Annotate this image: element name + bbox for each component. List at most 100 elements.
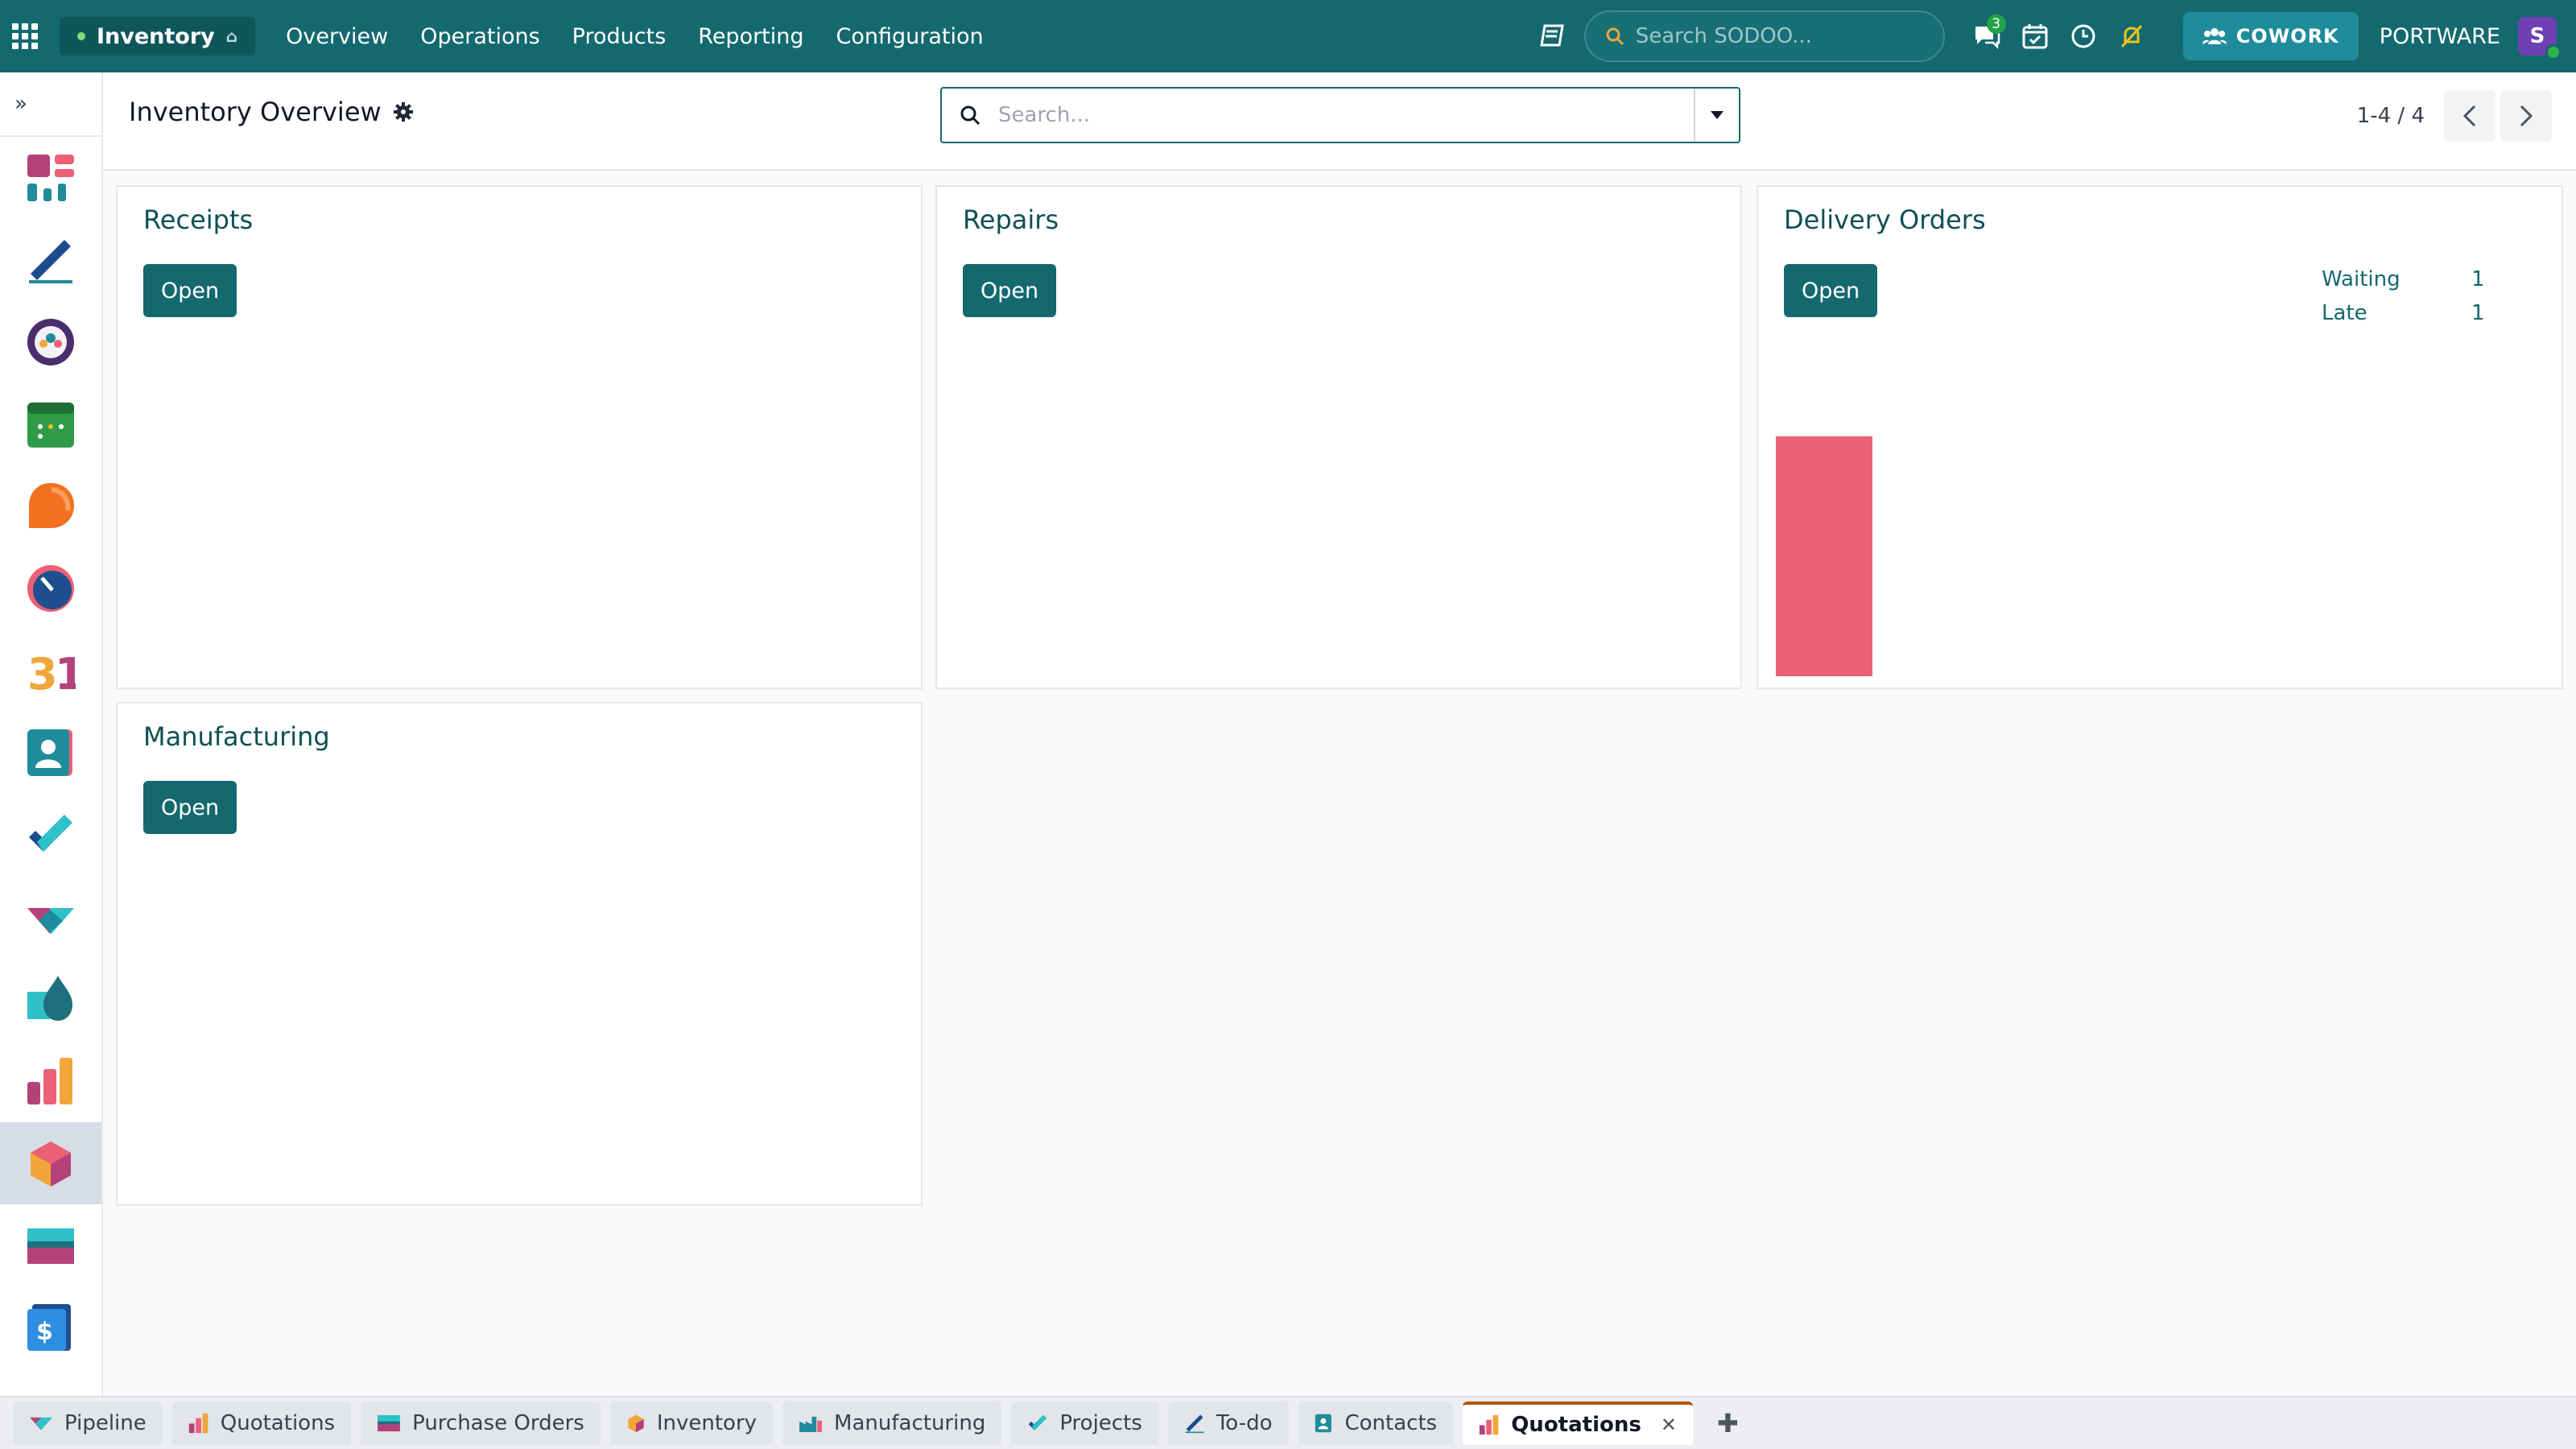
tab-label: Purchase Orders: [412, 1411, 584, 1435]
card-title-receipts[interactable]: Receipts: [143, 204, 253, 235]
user-avatar[interactable]: S: [2518, 17, 2562, 60]
sidebar-app-contacts[interactable]: [0, 712, 101, 794]
pager-previous-button[interactable]: [2444, 90, 2496, 142]
sidebar-app-calendar[interactable]: 31: [0, 630, 101, 712]
search-input[interactable]: [998, 89, 1694, 141]
tab-purchase-orders[interactable]: Purchase Orders: [361, 1402, 601, 1445]
open-receipts-button[interactable]: Open: [143, 264, 237, 317]
bar-chart-app-icon: [27, 1058, 72, 1104]
search-icon: [942, 104, 998, 126]
sidebar-expand-button[interactable]: »: [0, 72, 101, 137]
dashboard-app-icon: [27, 155, 74, 201]
contact-card-icon: [1315, 1414, 1331, 1433]
pen-app-icon: [29, 240, 72, 283]
tab-todo[interactable]: To-do: [1167, 1402, 1289, 1445]
control-panel: Inventory Overview 1-4 / 4: [103, 72, 2576, 171]
stat-row-late[interactable]: Late 1: [2322, 301, 2485, 335]
sidebar-app-field-service[interactable]: [0, 958, 101, 1040]
tab-quotations[interactable]: Quotations: [171, 1402, 352, 1445]
search-options-toggle[interactable]: [1694, 89, 1739, 142]
sidebar-app-inventory[interactable]: [0, 1122, 101, 1204]
sidebar-app-sign[interactable]: [0, 219, 101, 301]
knowledge-book-icon[interactable]: [1528, 0, 1576, 72]
main-menu: Overview Operations Products Reporting C…: [270, 24, 1000, 49]
home-icon: ⌂: [225, 27, 238, 46]
messages-icon[interactable]: 3: [1963, 0, 2011, 72]
app-sidebar: » 31 $: [0, 72, 103, 1396]
caret-down-icon: [1711, 111, 1724, 119]
svg-text:1: 1: [55, 649, 76, 696]
tab-pipeline[interactable]: Pipeline: [13, 1402, 163, 1445]
box-app-icon: [31, 1141, 71, 1187]
sidebar-app-planning[interactable]: [0, 383, 101, 465]
messages-count-badge: 3: [1986, 14, 2006, 34]
search-bar: [940, 87, 1740, 143]
page-title-text: Inventory Overview: [129, 97, 382, 127]
card-title-repairs[interactable]: Repairs: [963, 204, 1059, 235]
tab-label: Pipeline: [64, 1411, 147, 1435]
sidebar-app-pipeline[interactable]: [0, 876, 101, 958]
card-manufacturing: Manufacturing Open: [116, 702, 923, 1206]
menu-products[interactable]: Products: [556, 24, 683, 49]
sidebar-app-purchase[interactable]: [0, 1204, 101, 1286]
card-repairs: Repairs Open: [935, 185, 1742, 689]
tab-quotations-active[interactable]: Quotations ✕: [1463, 1402, 1693, 1445]
sidebar-app-discuss[interactable]: [0, 465, 101, 547]
double-chevron-right-icon: »: [14, 92, 27, 116]
card-title-delivery-orders[interactable]: Delivery Orders: [1784, 204, 1986, 235]
open-repairs-button[interactable]: Open: [963, 264, 1057, 317]
sidebar-app-invoicing[interactable]: $: [0, 1286, 101, 1368]
users-icon: [2202, 28, 2227, 44]
card-title-manufacturing[interactable]: Manufacturing: [143, 721, 330, 752]
invoice-dollar-app-icon: $: [27, 1304, 71, 1351]
tab-inventory[interactable]: Inventory: [609, 1402, 774, 1445]
menu-overview[interactable]: Overview: [270, 24, 404, 49]
cowork-button[interactable]: COWORK: [2182, 12, 2359, 60]
delivery-graph-bar[interactable]: [1776, 436, 1872, 676]
current-app-chip[interactable]: Inventory ⌂: [60, 17, 256, 56]
tab-contacts[interactable]: Contacts: [1298, 1402, 1454, 1445]
clock-icon[interactable]: [2059, 0, 2107, 72]
add-tab-button[interactable]: ✚: [1717, 1408, 1739, 1439]
pen-icon: [1185, 1414, 1204, 1434]
grid-icon: [12, 23, 38, 49]
svg-text:$: $: [36, 1318, 53, 1346]
sidebar-app-timesheets[interactable]: [0, 547, 101, 630]
stat-row-waiting[interactable]: Waiting 1: [2322, 267, 2485, 301]
open-manufacturing-button[interactable]: Open: [143, 781, 237, 834]
tab-projects[interactable]: Projects: [1011, 1402, 1158, 1445]
pager-value[interactable]: 1-4 / 4: [2357, 104, 2425, 128]
menu-operations[interactable]: Operations: [404, 24, 555, 49]
company-switcher[interactable]: PORTWARE: [2380, 24, 2500, 49]
card-icon: [378, 1414, 401, 1432]
activity-calendar-icon[interactable]: [2011, 0, 2059, 72]
menu-reporting[interactable]: Reporting: [682, 24, 819, 49]
water-drop-app-icon: [27, 976, 72, 1021]
stat-label-waiting: Waiting: [2322, 267, 2401, 291]
open-delivery-orders-button[interactable]: Open: [1784, 264, 1878, 317]
gear-icon[interactable]: [393, 101, 414, 122]
global-search[interactable]: Search SODOO...: [1583, 10, 1945, 62]
top-navbar: Inventory ⌂ Overview Operations Products…: [0, 0, 2576, 72]
handshake-app-icon: [27, 908, 74, 934]
sidebar-app-dashboards[interactable]: [0, 137, 101, 219]
sidebar-app-crm[interactable]: [0, 301, 101, 383]
contact-card-app-icon: [27, 729, 72, 776]
close-tab-icon[interactable]: ✕: [1661, 1414, 1677, 1436]
top-right-systray: Search SODOO... 3 COWORK PORTWARE S: [1528, 0, 2576, 72]
factory-icon: [799, 1416, 822, 1433]
stat-value-late: 1: [2471, 301, 2485, 325]
cowork-label: COWORK: [2235, 25, 2339, 47]
chevron-left-icon: [2462, 105, 2476, 127]
apps-menu-button[interactable]: [0, 0, 50, 72]
pager-next-button[interactable]: [2500, 90, 2552, 142]
do-not-disturb-bell-icon[interactable]: [2107, 0, 2156, 72]
stat-label-late: Late: [2322, 301, 2368, 325]
sidebar-app-todo[interactable]: [0, 794, 101, 876]
status-dot-icon: [77, 32, 85, 40]
tab-manufacturing[interactable]: Manufacturing: [782, 1402, 1002, 1445]
checkmark-app-icon: [29, 815, 72, 852]
menu-configuration[interactable]: Configuration: [820, 24, 1000, 49]
handshake-icon: [30, 1417, 52, 1430]
sidebar-app-sales[interactable]: [0, 1040, 101, 1122]
